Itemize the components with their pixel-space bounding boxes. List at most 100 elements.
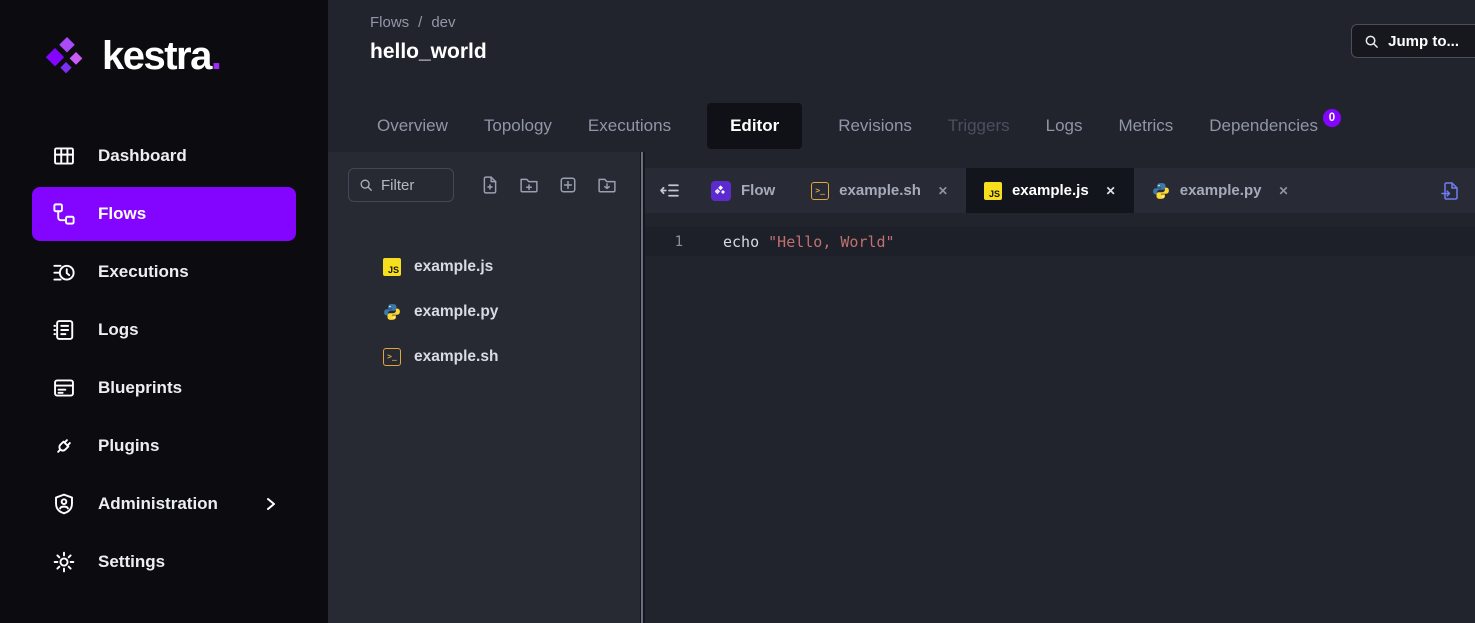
file-explorer-panel: JS example.js example.py: [328, 152, 640, 623]
jump-to-button[interactable]: Jump to...: [1351, 24, 1475, 58]
shell-file-icon: >_: [811, 182, 829, 200]
sidebar-item-dashboard[interactable]: Dashboard: [32, 129, 296, 183]
tab-overview[interactable]: Overview: [377, 100, 448, 152]
file-item-example-py[interactable]: example.py: [328, 289, 640, 334]
tab-topology[interactable]: Topology: [484, 100, 552, 152]
chevron-right-icon: [266, 496, 276, 512]
close-icon[interactable]: ✕: [1106, 185, 1116, 197]
filter-box[interactable]: [348, 168, 454, 202]
sidebar-item-administration[interactable]: Administration: [32, 477, 296, 531]
kestra-app: kestra. Dashboard Flows Executions: [0, 0, 1475, 623]
breadcrumb-flows[interactable]: Flows: [370, 14, 409, 31]
sidebar-item-flows[interactable]: Flows: [32, 187, 296, 241]
tab-metrics[interactable]: Metrics: [1119, 100, 1174, 152]
file-name: example.sh: [414, 348, 498, 366]
page-title: hello_world: [370, 40, 1475, 64]
editor-tab-label: example.py: [1180, 182, 1262, 199]
breadcrumb-separator: /: [418, 14, 422, 31]
file-explorer-toolbar: [328, 168, 640, 202]
editor-tab-flow[interactable]: Flow: [693, 168, 793, 213]
tab-triggers[interactable]: Triggers: [948, 100, 1010, 152]
sidebar-item-plugins[interactable]: Plugins: [32, 419, 296, 473]
editor-tabbar-actions: [1441, 168, 1475, 213]
administration-icon: [52, 492, 76, 516]
executions-icon: [52, 260, 76, 284]
shell-file-icon: >_: [383, 348, 401, 366]
filter-input[interactable]: [381, 177, 439, 194]
editor-content: JS example.js example.py: [328, 152, 1475, 623]
collapse-panel-icon[interactable]: [645, 168, 693, 213]
file-name: example.js: [414, 258, 493, 276]
logs-icon: [52, 318, 76, 342]
breadcrumb: Flows / dev: [370, 14, 1475, 31]
jump-to-label: Jump to...: [1388, 33, 1459, 50]
code-token-string: "Hello, World": [768, 233, 894, 251]
sidebar-item-label: Plugins: [98, 436, 159, 456]
editor-tab-example-py[interactable]: example.py ✕: [1134, 168, 1307, 213]
editor-tab-label: example.sh: [839, 182, 921, 199]
editor-tabbar: Flow >_ example.sh ✕ JS example.js ✕: [645, 168, 1475, 213]
code-editor: Flow >_ example.sh ✕ JS example.js ✕: [645, 152, 1475, 623]
page-header: Flows / dev hello_world Jump to...: [328, 0, 1475, 100]
settings-icon: [52, 550, 76, 574]
editor-tab-label: example.js: [1012, 182, 1089, 199]
main-area: Flows / dev hello_world Jump to... Overv…: [328, 0, 1475, 623]
close-icon[interactable]: ✕: [1278, 185, 1288, 197]
file-name: example.py: [414, 303, 498, 321]
editor-tab-example-js[interactable]: JS example.js ✕: [966, 168, 1134, 213]
tab-dependencies-label: Dependencies: [1209, 116, 1318, 136]
python-file-icon: [383, 303, 401, 321]
breadcrumb-namespace[interactable]: dev: [431, 14, 455, 31]
kestra-flow-icon: [711, 181, 731, 201]
code-token-plain: echo: [723, 233, 768, 251]
editor-tab-example-sh[interactable]: >_ example.sh ✕: [793, 168, 966, 213]
flows-icon: [52, 202, 76, 226]
search-icon: [359, 178, 373, 192]
javascript-file-icon: JS: [383, 258, 401, 276]
kestra-logo-icon: [46, 35, 90, 79]
file-item-example-sh[interactable]: >_ example.sh: [328, 334, 640, 379]
sidebar-item-label: Administration: [98, 494, 218, 514]
code-area[interactable]: 1 echo "Hello, World": [645, 213, 1475, 623]
panel-resize-handle[interactable]: [640, 152, 645, 623]
sidebar-item-settings[interactable]: Settings: [32, 535, 296, 589]
export-file-icon[interactable]: [1441, 181, 1461, 201]
code-content: echo "Hello, World": [705, 233, 895, 251]
new-folder-icon[interactable]: [520, 176, 538, 194]
sidebar-nav: Dashboard Flows Executions Logs: [0, 125, 328, 593]
sidebar: kestra. Dashboard Flows Executions: [0, 0, 328, 623]
sidebar-item-executions[interactable]: Executions: [32, 245, 296, 299]
search-icon: [1364, 34, 1379, 49]
editor-tab-label: Flow: [741, 182, 775, 199]
new-file-icon[interactable]: [481, 176, 499, 194]
line-number: 1: [645, 234, 705, 250]
tab-executions[interactable]: Executions: [588, 100, 671, 152]
tab-dependencies[interactable]: Dependencies 0: [1209, 100, 1341, 152]
logo-text: kestra.: [102, 34, 221, 79]
tab-revisions[interactable]: Revisions: [838, 100, 912, 152]
blueprints-icon: [52, 376, 76, 400]
file-item-example-js[interactable]: JS example.js: [328, 244, 640, 289]
close-icon[interactable]: ✕: [938, 185, 948, 197]
sidebar-item-label: Blueprints: [98, 378, 182, 398]
flow-tabs: Overview Topology Executions Editor Revi…: [328, 100, 1475, 152]
sidebar-item-label: Flows: [98, 204, 146, 224]
sidebar-item-label: Logs: [98, 320, 139, 340]
javascript-file-icon: JS: [984, 182, 1002, 200]
app-logo[interactable]: kestra.: [0, 0, 328, 79]
sidebar-item-label: Dashboard: [98, 146, 187, 166]
import-folder-icon[interactable]: [598, 176, 616, 194]
code-line-1[interactable]: 1 echo "Hello, World": [645, 227, 1475, 256]
tab-logs[interactable]: Logs: [1046, 100, 1083, 152]
sidebar-item-label: Executions: [98, 262, 189, 282]
file-list: JS example.js example.py: [328, 244, 640, 379]
dashboard-icon: [52, 144, 76, 168]
tab-editor[interactable]: Editor: [707, 103, 802, 149]
sidebar-item-blueprints[interactable]: Blueprints: [32, 361, 296, 415]
dependencies-count-badge: 0: [1323, 109, 1341, 127]
sidebar-item-label: Settings: [98, 552, 165, 572]
plugins-icon: [52, 434, 76, 458]
sidebar-item-logs[interactable]: Logs: [32, 303, 296, 357]
python-file-icon: [1152, 182, 1170, 200]
add-icon[interactable]: [559, 176, 577, 194]
